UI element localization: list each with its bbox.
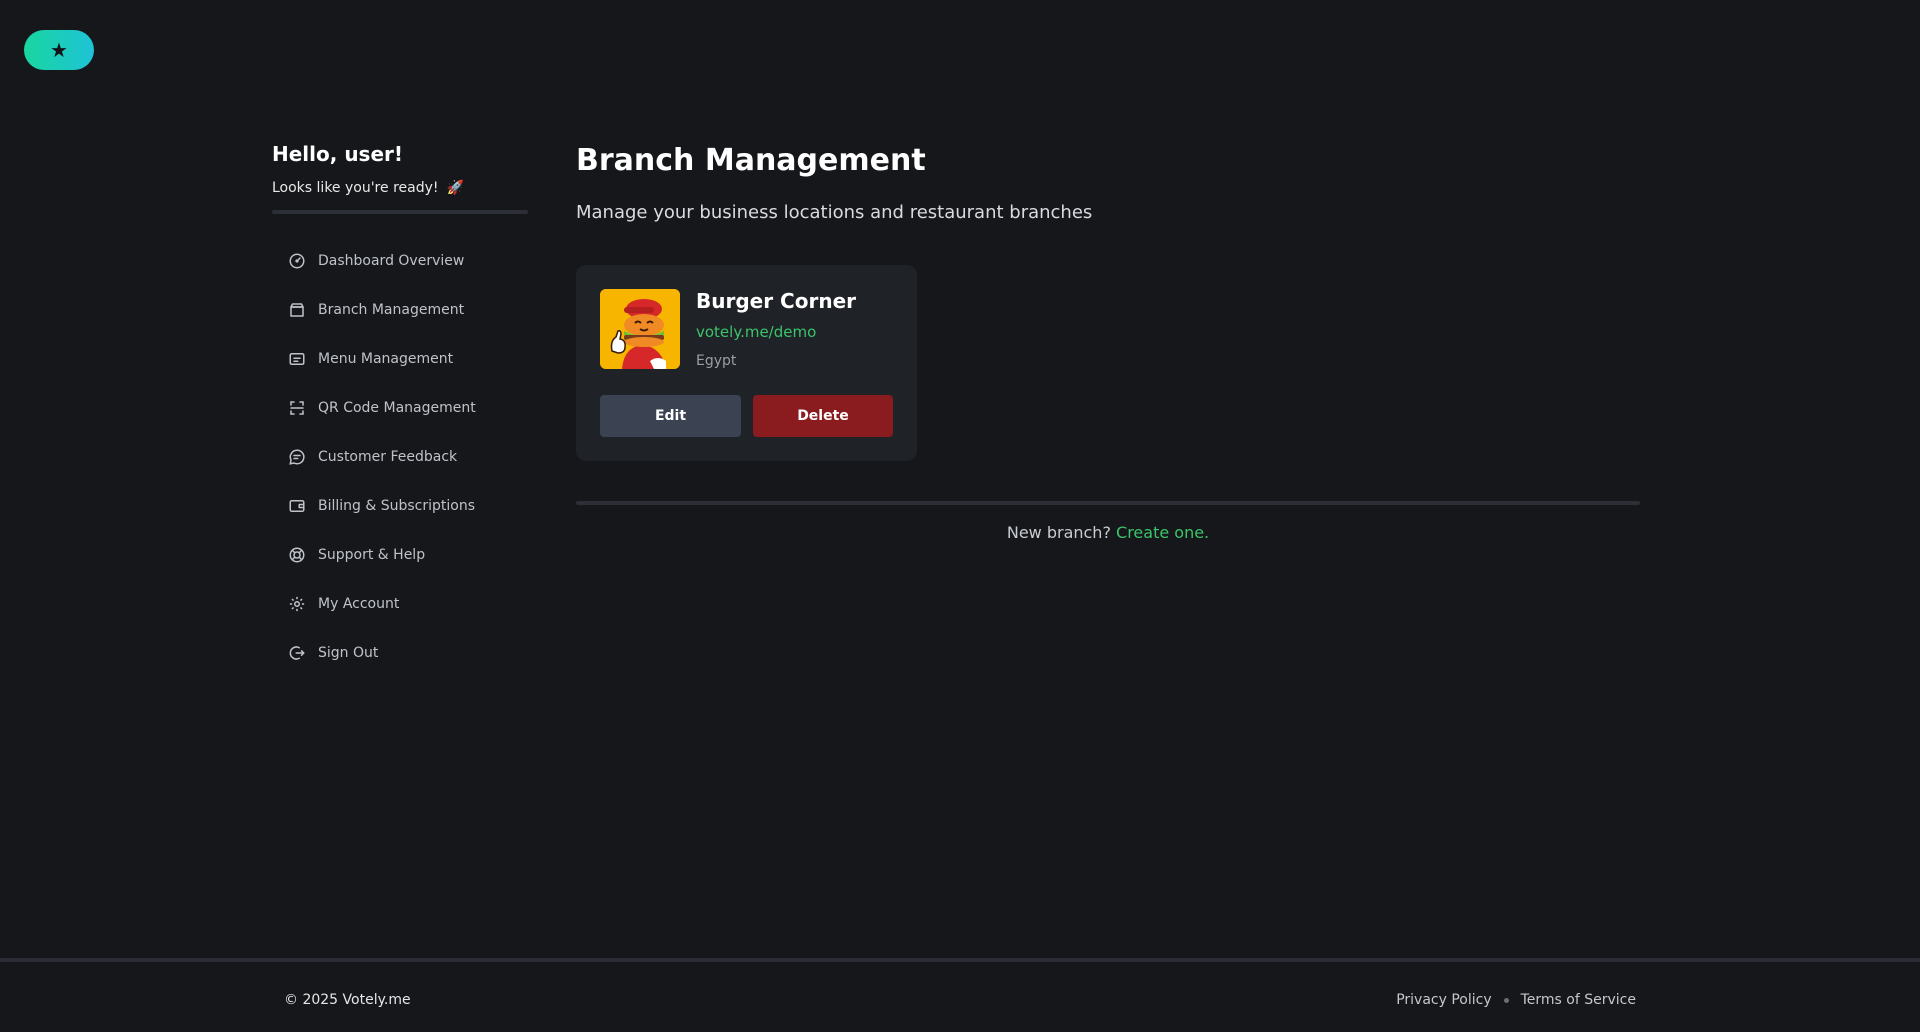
sidebar-item-menu-management[interactable]: Menu Management bbox=[272, 334, 528, 383]
logo-button[interactable]: ★ bbox=[24, 30, 94, 70]
branch-link[interactable]: votely.me/demo bbox=[696, 323, 856, 341]
branch-logo-image bbox=[600, 289, 680, 369]
store-icon bbox=[290, 302, 304, 317]
sidebar-item-customer-feedback[interactable]: Customer Feedback bbox=[272, 432, 528, 481]
sidebar: Hello, user! Looks like you're ready! 🚀 … bbox=[272, 142, 528, 677]
sidebar-item-my-account[interactable]: My Account bbox=[272, 579, 528, 628]
sidebar-item-sign-out[interactable]: Sign Out bbox=[272, 628, 528, 677]
sidebar-item-label: Billing & Subscriptions bbox=[318, 497, 476, 514]
new-branch-text: New branch? bbox=[1006, 523, 1111, 542]
copyright: © 2025 Votely.me bbox=[284, 992, 411, 1008]
menu-icon bbox=[289, 352, 305, 365]
separator-dot bbox=[1503, 997, 1509, 1003]
main-divider bbox=[576, 501, 1640, 505]
sign-out-icon bbox=[289, 645, 305, 660]
page-subtitle: Manage your business locations and resta… bbox=[576, 202, 1093, 223]
sidebar-item-label: My Account bbox=[318, 595, 400, 612]
wallet-icon bbox=[289, 499, 305, 512]
page-title: Branch Management bbox=[576, 143, 926, 178]
star-icon: ★ bbox=[50, 38, 68, 62]
delete-button[interactable]: Delete bbox=[753, 395, 893, 437]
gear-icon bbox=[289, 596, 305, 611]
burger-mascot-icon bbox=[600, 289, 680, 369]
greeting-title: Hello, user! bbox=[272, 142, 404, 166]
sidebar-item-label: Support & Help bbox=[318, 546, 426, 563]
sidebar-item-label: Branch Management bbox=[318, 301, 465, 318]
sidebar-item-dashboard-overview[interactable]: Dashboard Overview bbox=[272, 236, 528, 285]
sidebar-nav: Dashboard Overview Branch Management Men… bbox=[272, 236, 528, 677]
sidebar-item-label: Sign Out bbox=[318, 644, 379, 661]
gauge-icon bbox=[289, 253, 305, 268]
sidebar-item-label: Dashboard Overview bbox=[318, 252, 465, 269]
greeting-subtext-label: Looks like you're ready! bbox=[272, 180, 439, 196]
branch-card: Burger Corner votely.me/demo Egypt Edit … bbox=[576, 265, 917, 461]
greeting-subtext: Looks like you're ready! 🚀 bbox=[272, 180, 528, 196]
sidebar-item-label: QR Code Management bbox=[318, 399, 476, 416]
sidebar-item-billing-subscriptions[interactable]: Billing & Subscriptions bbox=[272, 481, 528, 530]
privacy-policy-link[interactable]: Privacy Policy bbox=[1396, 992, 1491, 1008]
terms-of-service-link[interactable]: Terms of Service bbox=[1521, 992, 1636, 1008]
sidebar-item-branch-management[interactable]: Branch Management bbox=[272, 285, 528, 334]
create-branch-link[interactable]: Create one. bbox=[1116, 523, 1209, 542]
branch-name: Burger Corner bbox=[696, 289, 856, 313]
footer: © 2025 Votely.me Privacy Policy Terms of… bbox=[0, 958, 1920, 1032]
rocket-icon: 🚀 bbox=[446, 180, 464, 196]
qr-scan-icon bbox=[290, 400, 304, 415]
sidebar-item-label: Customer Feedback bbox=[318, 448, 458, 465]
main-content: Branch Management Manage your business l… bbox=[576, 142, 1640, 542]
edit-button[interactable]: Edit bbox=[600, 395, 741, 437]
chat-icon bbox=[289, 448, 305, 465]
new-branch-prompt: New branch? Create one. bbox=[576, 523, 1640, 542]
branch-country: Egypt bbox=[696, 353, 737, 369]
sidebar-divider bbox=[272, 210, 528, 214]
lifebuoy-icon bbox=[289, 547, 305, 562]
sidebar-item-qr-code-management[interactable]: QR Code Management bbox=[272, 383, 528, 432]
sidebar-item-label: Menu Management bbox=[318, 350, 454, 367]
footer-links: Privacy Policy Terms of Service bbox=[1396, 992, 1636, 1008]
sidebar-item-support-help[interactable]: Support & Help bbox=[272, 530, 528, 579]
